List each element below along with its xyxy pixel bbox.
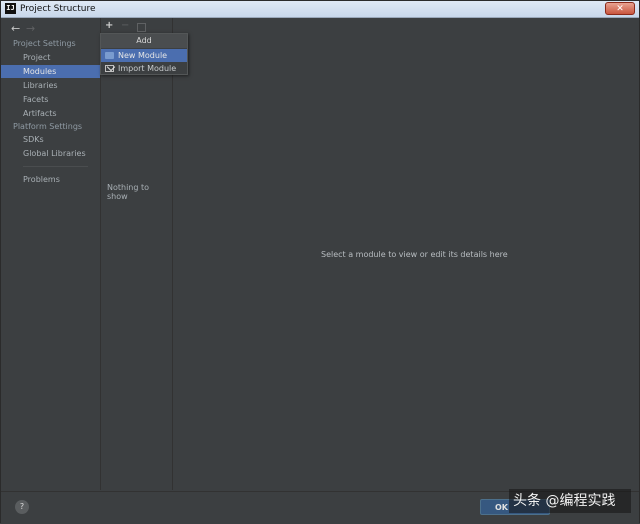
section-project-settings: Project Settings <box>13 39 76 48</box>
project-structure-window: IJ Project Structure ✕ ← → Project Setti… <box>0 0 640 524</box>
details-placeholder: Select a module to view or edit its deta… <box>321 250 508 259</box>
back-arrow-icon[interactable]: ← <box>11 22 20 35</box>
close-button[interactable]: ✕ <box>605 2 635 15</box>
sidebar-item-artifacts[interactable]: Artifacts <box>1 107 100 120</box>
watermark: 头条 @编程实践 <box>509 489 631 513</box>
help-icon[interactable]: ? <box>15 500 29 514</box>
sidebar: ← → Project Settings Project Modules Lib… <box>1 18 101 490</box>
window-title: Project Structure <box>20 4 96 14</box>
sidebar-item-global-libraries[interactable]: Global Libraries <box>1 147 100 160</box>
empty-list-text: Nothing to show <box>107 183 150 201</box>
menu-item-import-module[interactable]: Import Module <box>101 62 187 75</box>
modules-panel: + − Nothing to show <box>101 18 173 490</box>
sidebar-item-problems[interactable]: Problems <box>1 173 100 186</box>
menu-item-new-module[interactable]: New Module <box>101 49 187 62</box>
menu-item-label: Import Module <box>118 64 177 73</box>
sidebar-item-modules[interactable]: Modules <box>1 65 100 78</box>
module-details-panel: Select a module to view or edit its deta… <box>173 18 639 490</box>
sidebar-item-sdks[interactable]: SDKs <box>1 133 100 146</box>
sidebar-divider <box>23 166 88 167</box>
add-icon[interactable]: + <box>105 20 113 31</box>
menu-item-label: New Module <box>118 51 168 60</box>
sidebar-item-project[interactable]: Project <box>1 51 100 64</box>
folder-icon <box>105 52 114 59</box>
copy-icon[interactable] <box>137 23 146 32</box>
app-icon: IJ <box>5 3 16 14</box>
forward-arrow-icon[interactable]: → <box>26 22 35 35</box>
popup-title: Add <box>101 34 187 48</box>
title-bar: IJ Project Structure ✕ <box>1 1 639 18</box>
remove-icon[interactable]: − <box>121 20 129 31</box>
section-platform-settings: Platform Settings <box>13 122 83 131</box>
sidebar-item-libraries[interactable]: Libraries <box>1 79 100 92</box>
add-popup-menu: Add New Module Import Module <box>100 33 188 75</box>
import-icon <box>105 65 114 72</box>
sidebar-item-facets[interactable]: Facets <box>1 93 100 106</box>
